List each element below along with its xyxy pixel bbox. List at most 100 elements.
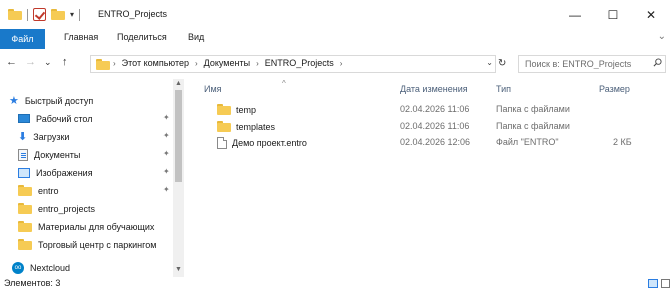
download-icon: ⬇: [18, 131, 28, 143]
list-item[interactable]: templates 02.04.2026 11:06 Папка с файла…: [187, 121, 670, 134]
column-header-date[interactable]: Дата изменения: [400, 84, 468, 94]
file-date: 02.04.2026 11:06: [400, 121, 470, 131]
sidebar-item-label: Nextcloud: [30, 262, 71, 273]
address-bar[interactable]: › Этот компьютер › Документы › ENTRO_Pro…: [90, 55, 496, 73]
back-button[interactable]: ←: [6, 56, 17, 68]
sidebar-item-nextcloud[interactable]: oo Nextcloud: [12, 259, 70, 276]
folder-icon: [18, 221, 32, 232]
ribbon-tabs: Файл Главная Поделиться Вид ⌄: [0, 29, 670, 49]
nextcloud-icon: oo: [12, 261, 24, 274]
search-icon[interactable]: [653, 58, 662, 67]
file-type: Файл "ENTRO": [496, 137, 559, 147]
breadcrumb: › Этот компьютер › Документы › ENTRO_Pro…: [113, 58, 342, 68]
list-item[interactable]: temp 02.04.2026 11:06 Папка с файлами: [187, 104, 670, 117]
forward-button[interactable]: →: [25, 56, 36, 68]
divider: [79, 8, 81, 21]
documents-icon: [18, 148, 28, 161]
navigation-bar: ← → ⌄ ↑ › Этот компьютер › Документы › E…: [0, 49, 670, 79]
file-name: Демо проект.entro: [217, 137, 307, 149]
sidebar-item-label: entro_projects: [38, 203, 96, 214]
sidebar-scroll-thumb[interactable]: [175, 90, 182, 182]
sidebar-item-desktop[interactable]: Рабочий стол: [18, 110, 93, 127]
pin-icon: ✦: [163, 185, 170, 194]
breadcrumb-separator[interactable]: ›: [256, 59, 259, 68]
tab-share[interactable]: Поделиться: [117, 32, 167, 42]
title-bar: ▾ ENTRO_Projects — ☐ ✕: [0, 0, 670, 29]
tab-view[interactable]: Вид: [188, 32, 204, 42]
sidebar-item-training-materials[interactable]: Материалы для обучающих: [18, 218, 173, 235]
expand-ribbon-icon[interactable]: ⌄: [658, 31, 666, 42]
breadcrumb-separator[interactable]: ›: [195, 59, 198, 68]
sidebar-item-downloads[interactable]: ⬇ Загрузки: [18, 128, 69, 145]
file-name: temp: [217, 104, 256, 115]
file-type: Папка с файлами: [496, 121, 570, 131]
sidebar-item-label: Быстрый доступ: [24, 95, 94, 106]
pin-icon: ✦: [163, 113, 170, 122]
file-type: Папка с файлами: [496, 104, 570, 114]
pin-icon: ✦: [163, 149, 170, 158]
folder-icon: [217, 104, 231, 115]
search-input[interactable]: [519, 56, 644, 72]
sidebar-item-entro[interactable]: entro: [18, 182, 59, 199]
pin-icon: ✦: [163, 167, 170, 176]
sidebar-item-label: Торговый центр с паркингом: [38, 239, 157, 250]
column-header-type[interactable]: Тип: [496, 84, 511, 94]
sidebar-item-pictures[interactable]: Изображения: [18, 164, 93, 181]
new-folder-icon[interactable]: [51, 9, 65, 20]
file-date: 02.04.2026 12:06: [400, 137, 471, 147]
breadcrumb-separator[interactable]: ›: [340, 59, 343, 68]
breadcrumb-entro-projects[interactable]: ENTRO_Projects: [265, 58, 334, 68]
customize-toolbar-button[interactable]: ▾: [70, 10, 74, 19]
window-title: ENTRO_Projects: [98, 9, 168, 19]
navigation-pane: ★ Быстрый доступ Рабочий стол ✦ ⬇ Загруз…: [0, 79, 187, 277]
file-date: 02.04.2026 11:06: [400, 104, 470, 114]
folder-icon: [8, 9, 22, 20]
sidebar-item-label: entro: [38, 185, 59, 196]
folder-icon: [18, 203, 32, 214]
sidebar-item-entro-projects[interactable]: entro_projects: [18, 200, 95, 217]
tab-home[interactable]: Главная: [64, 32, 98, 42]
file-name: templates: [217, 121, 275, 132]
sidebar-item-shopping-center[interactable]: Торговый центр с паркингом: [18, 236, 173, 253]
scroll-down-button[interactable]: ▼: [175, 266, 182, 273]
sidebar-item-label: Изображения: [36, 167, 93, 178]
list-item[interactable]: Демо проект.entro 02.04.2026 12:06 Файл …: [187, 137, 670, 150]
column-header-size[interactable]: Размер: [599, 84, 630, 94]
sidebar-item-quick-access[interactable]: ★ Быстрый доступ: [9, 92, 93, 109]
item-count: Элементов: 3: [4, 278, 61, 288]
desktop-icon: [18, 114, 30, 123]
folder-icon: [217, 121, 231, 132]
pin-icon: ✦: [163, 131, 170, 140]
breadcrumb-separator: ›: [113, 58, 116, 68]
sidebar-item-documents[interactable]: Документы: [18, 146, 80, 163]
minimize-button[interactable]: —: [556, 0, 594, 29]
address-dropdown-button[interactable]: ⌄: [486, 58, 493, 67]
sidebar-item-label: Материалы для обучающих: [38, 221, 155, 232]
sidebar-item-label: Документы: [34, 149, 81, 160]
folder-icon: [18, 185, 32, 196]
file-size: 2 КБ: [613, 137, 632, 147]
large-icons-view-icon[interactable]: [661, 279, 670, 288]
refresh-button[interactable]: ↻: [498, 58, 506, 69]
properties-icon[interactable]: [33, 8, 46, 21]
file-name-text: Демо проект.entro: [232, 138, 307, 148]
maximize-button[interactable]: ☐: [594, 0, 632, 29]
sort-indicator-icon: ^: [282, 79, 286, 88]
breadcrumb-this-pc[interactable]: Этот компьютер: [122, 58, 189, 68]
search-box[interactable]: [518, 55, 666, 73]
quick-access-toolbar: ▾: [8, 8, 81, 21]
column-header-name[interactable]: Имя: [204, 84, 222, 94]
sidebar-item-label: Загрузки: [33, 131, 70, 142]
scroll-up-button[interactable]: ▲: [175, 80, 182, 87]
divider: [27, 8, 28, 21]
close-button[interactable]: ✕: [632, 0, 670, 29]
breadcrumb-documents[interactable]: Документы: [204, 58, 250, 68]
file-name-text: temp: [236, 104, 257, 115]
pictures-icon: [18, 167, 30, 178]
recent-locations-button[interactable]: ⌄: [44, 57, 52, 68]
tab-file[interactable]: Файл: [0, 29, 45, 49]
file-list: Имя Дата изменения Тип Размер temp 02.04…: [187, 79, 670, 277]
details-view-icon[interactable]: [648, 279, 658, 288]
sidebar-item-label: Рабочий стол: [36, 113, 93, 124]
up-button[interactable]: ↑: [62, 56, 68, 68]
